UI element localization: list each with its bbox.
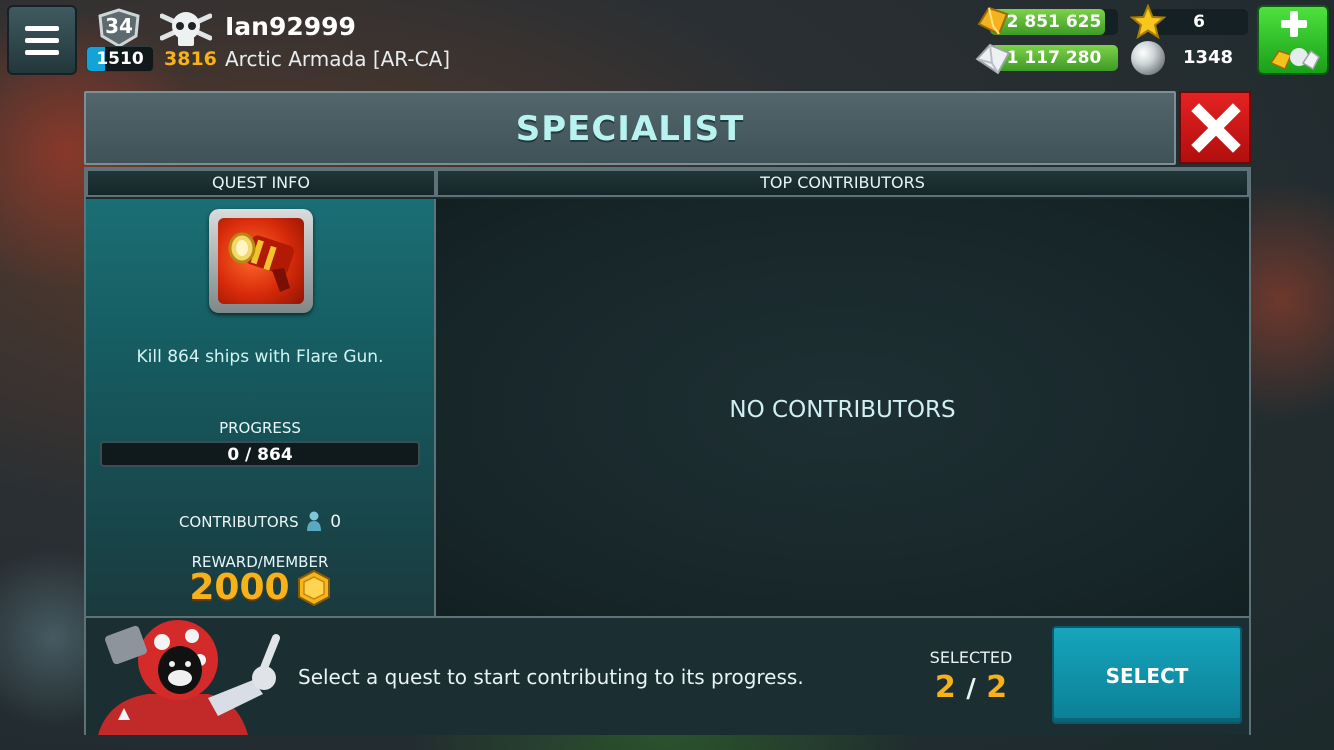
quest-info-header: QUEST INFO bbox=[86, 169, 436, 197]
dialog-title-bar: SPECIALIST bbox=[84, 91, 1176, 165]
selected-current: 2 bbox=[934, 670, 956, 705]
mascot-character-icon bbox=[98, 620, 280, 735]
footer-hint-text: Select a quest to start contributing to … bbox=[298, 665, 804, 689]
dialog-footer: Select a quest to start contributing to … bbox=[86, 616, 1249, 735]
star-icon bbox=[1130, 4, 1166, 40]
quest-description: Kill 864 ships with Flare Gun. bbox=[136, 347, 384, 367]
player-username[interactable]: Ian92999 bbox=[225, 12, 356, 41]
person-icon bbox=[307, 511, 322, 531]
pearl-amount: 1348 bbox=[1182, 47, 1234, 68]
iron-block-icon bbox=[975, 43, 1011, 75]
menu-button[interactable] bbox=[7, 5, 77, 75]
dialog-body: QUEST INFO TOP CONTRIBUTORS Kill 864 shi… bbox=[84, 167, 1251, 735]
shop-plus-icon bbox=[1281, 11, 1307, 37]
quest-icon-frame bbox=[209, 209, 313, 313]
select-button[interactable]: SELECT bbox=[1052, 626, 1242, 724]
close-button[interactable] bbox=[1179, 91, 1251, 164]
guild-name[interactable]: Arctic Armada [AR-CA] bbox=[225, 47, 450, 71]
no-contributors-text: NO CONTRIBUTORS bbox=[729, 397, 956, 423]
select-button-label: SELECT bbox=[1105, 664, 1189, 688]
menu-icon bbox=[25, 25, 59, 31]
reward-row: 2000 bbox=[86, 567, 434, 608]
progress-bar: 0 / 864 bbox=[100, 441, 420, 467]
top-contributors-header: TOP CONTRIBUTORS bbox=[436, 169, 1249, 197]
top-contributors-panel: NO CONTRIBUTORS bbox=[436, 199, 1249, 616]
contributors-count: 0 bbox=[330, 512, 342, 532]
gold-bar-icon bbox=[977, 6, 1009, 36]
selected-label: SELECTED bbox=[929, 648, 1013, 667]
shop-button[interactable] bbox=[1257, 5, 1329, 75]
skull-icon bbox=[160, 12, 212, 46]
progress-text: 0 / 864 bbox=[227, 445, 293, 465]
quest-info-panel: Kill 864 ships with Flare Gun. PROGRESS … bbox=[86, 199, 436, 616]
xp-bar: 1510 bbox=[86, 46, 154, 72]
selected-total: 2 bbox=[986, 670, 1008, 705]
contributors-label: CONTRIBUTORS bbox=[178, 513, 299, 531]
close-icon bbox=[1191, 103, 1241, 153]
contributors-row: CONTRIBUTORS 0 bbox=[86, 511, 434, 532]
selected-counter: 2 / 2 bbox=[916, 670, 1026, 705]
rank-number: 34 bbox=[105, 14, 133, 38]
coin-icon bbox=[297, 569, 330, 606]
flare-gun-icon bbox=[228, 232, 294, 292]
dialog-title: SPECIALIST bbox=[515, 109, 745, 149]
xp-value: 1510 bbox=[96, 49, 144, 69]
specialist-dialog: SPECIALIST QUEST INFO TOP CONTRIBUTORS K… bbox=[84, 91, 1251, 735]
reward-value: 2000 bbox=[189, 567, 290, 608]
selected-separator: / bbox=[966, 674, 976, 704]
progress-label: PROGRESS bbox=[219, 419, 301, 437]
shop-resources-icon bbox=[1269, 48, 1320, 71]
pearl-icon bbox=[1131, 41, 1165, 75]
kills-count: 3816 bbox=[164, 48, 217, 70]
